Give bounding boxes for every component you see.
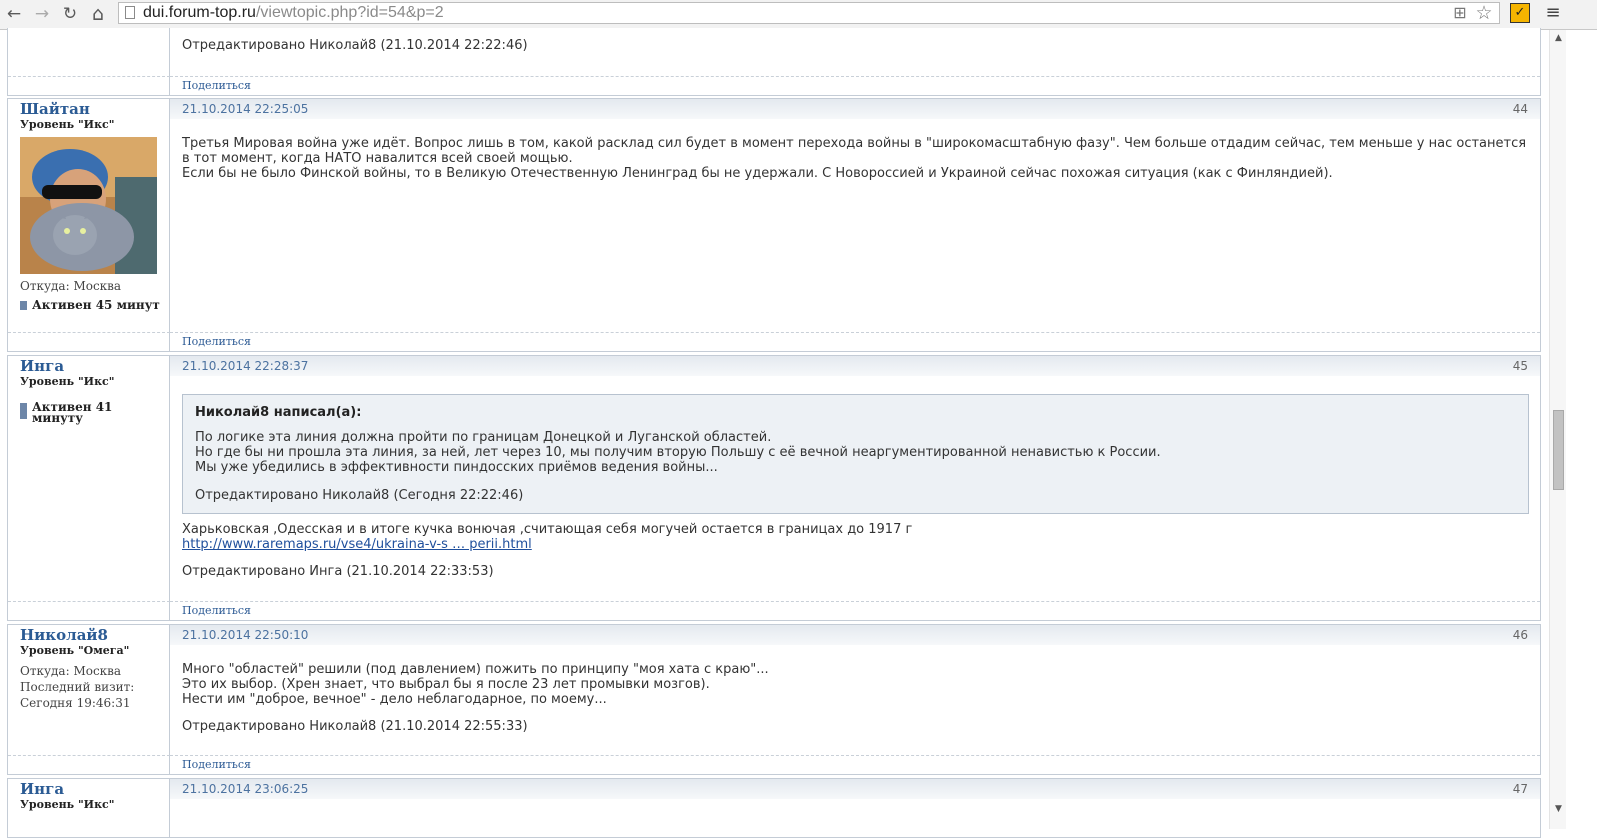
author-username[interactable]: Инга [20, 357, 64, 375]
back-icon[interactable]: ← [4, 4, 24, 24]
status-icon [20, 301, 27, 310]
post-author-column: Шайтан Уровень "Икс" Откуда: Москва Акти… [8, 99, 170, 351]
author-username[interactable]: Шайтан [20, 100, 90, 118]
post-header: 21.10.2014 22:28:37 45 [170, 356, 1540, 376]
scroll-up-icon[interactable]: ▲ [1552, 32, 1565, 44]
activity-text: Активен 45 минут [32, 298, 160, 312]
page-icon [125, 6, 135, 19]
author-activity: Активен 41 минуту [20, 401, 112, 425]
author-last-visit-value: Сегодня 19:46:31 [20, 696, 131, 710]
post-header: 21.10.2014 22:50:10 46 [170, 625, 1540, 645]
post-footer-left [8, 76, 170, 95]
post-author-column: Инга Уровень "Икс" Активен 41 минуту [8, 356, 170, 620]
reload-icon[interactable]: ↻ [60, 4, 80, 24]
scroll-thumb[interactable] [1553, 410, 1564, 490]
post-footer: Поделиться [170, 332, 1540, 351]
post-text: Это их выбор. (Хрен знает, что выбрал бы… [182, 677, 710, 692]
status-icon [20, 403, 27, 419]
post-text: Третья Мировая война уже идёт. Вопрос ли… [182, 136, 1527, 166]
avatar [20, 137, 157, 274]
quote-text: По логике эта линия должна пройти по гра… [195, 430, 772, 445]
post-44: Шайтан Уровень "Икс" Откуда: Москва Акти… [7, 98, 1541, 352]
translate-icon[interactable]: ⊞ [1451, 4, 1469, 22]
author-last-visit-label: Последний визит: [20, 680, 135, 694]
quote-author: Николай8 написал(а): [195, 405, 362, 420]
post-footer-left [8, 332, 170, 351]
post-footer: Поделиться [170, 601, 1540, 620]
post-footer: Поделиться [170, 76, 1540, 95]
post-edited: Отредактировано Николай8 (21.10.2014 22:… [182, 719, 528, 734]
post-header: 21.10.2014 22:25:05 44 [170, 99, 1540, 119]
share-link[interactable]: Поделиться [182, 604, 251, 617]
scroll-down-icon[interactable]: ▼ [1552, 803, 1565, 815]
post-number[interactable]: 45 [1513, 359, 1528, 373]
quote-text: Мы уже убедились в эффективности пиндосс… [195, 460, 718, 475]
author-username[interactable]: Инга [20, 780, 64, 798]
post-body: Третья Мировая война уже идёт. Вопрос ли… [182, 136, 1529, 181]
post-number[interactable]: 47 [1513, 782, 1528, 796]
url-host: dui.forum-top.ru [143, 4, 256, 21]
author-rank: Уровень "Икс" [20, 798, 115, 811]
extension-icon[interactable]: ✓ [1510, 3, 1530, 23]
bookmark-star-icon[interactable]: ☆ [1475, 4, 1493, 23]
post-footer-left [8, 601, 170, 620]
quote-text: Но где бы ни прошла эта линия, за ней, л… [195, 445, 1161, 460]
post-date-link[interactable]: 21.10.2014 23:06:25 [182, 782, 308, 796]
post-author-column: Николай8 Уровень "Омега" Откуда: Москва … [8, 625, 170, 774]
post-47: Инга Уровень "Икс" 21.10.2014 23:06:25 4… [7, 778, 1541, 838]
share-link[interactable]: Поделиться [182, 79, 251, 92]
quote-box: Николай8 написал(а): По логике эта линия… [182, 394, 1529, 514]
activity-text: минуту [32, 411, 83, 425]
post-text: Много "областей" решили (под давлением) … [182, 662, 769, 677]
author-location: Откуда: Москва [20, 279, 122, 293]
post-text: Нести им "доброе, вечное" - дело неблаго… [182, 692, 607, 707]
post-body: Харьковская ,Одесская и в итоге кучка во… [182, 522, 1529, 579]
author-rank: Уровень "Икс" [20, 375, 115, 388]
post-edited: Отредактировано Николай8 (21.10.2014 22:… [182, 38, 528, 53]
author-username[interactable]: Николай8 [20, 626, 108, 644]
browser-toolbar: ← → ↻ ⌂ dui.forum-top.ru/viewtopic.php?i… [0, 0, 1597, 30]
post-46: Николай8 Уровень "Омега" Откуда: Москва … [7, 624, 1541, 775]
home-icon[interactable]: ⌂ [88, 4, 108, 24]
post-link[interactable]: http://www.raremaps.ru/vse4/ukraina-v-s … [182, 537, 532, 552]
post-fragment: Отредактировано Николай8 (21.10.2014 22:… [7, 28, 1541, 96]
forward-icon[interactable]: → [32, 4, 52, 24]
post-date-link[interactable]: 21.10.2014 22:28:37 [182, 359, 308, 373]
address-bar[interactable]: dui.forum-top.ru/viewtopic.php?id=54&p=2… [118, 2, 1500, 24]
author-rank: Уровень "Омега" [20, 644, 130, 657]
post-45: Инга Уровень "Икс" Активен 41 минуту 21.… [7, 355, 1541, 621]
post-number[interactable]: 44 [1513, 102, 1528, 116]
quote-edited: Отредактировано Николай8 (Сегодня 22:22:… [195, 488, 524, 503]
url-path: /viewtopic.php?id=54&p=2 [255, 4, 444, 21]
post-text: Харьковская ,Одесская и в итоге кучка во… [182, 522, 913, 537]
post-author-column: Инга Уровень "Икс" [8, 779, 170, 837]
post-footer: Поделиться [170, 755, 1540, 774]
share-link[interactable]: Поделиться [182, 335, 251, 348]
post-header: 21.10.2014 23:06:25 47 [170, 779, 1540, 799]
scrollbar[interactable]: ▲ ▼ [1549, 30, 1566, 829]
post-date-link[interactable]: 21.10.2014 22:25:05 [182, 102, 308, 116]
post-footer-left [8, 755, 170, 774]
post-body: Много "областей" решили (под давлением) … [182, 662, 1529, 734]
author-location: Откуда: Москва [20, 664, 122, 678]
post-date-link[interactable]: 21.10.2014 22:50:10 [182, 628, 308, 642]
share-link[interactable]: Поделиться [182, 758, 251, 771]
post-edited: Отредактировано Инга (21.10.2014 22:33:5… [182, 564, 494, 579]
post-number[interactable]: 46 [1513, 628, 1528, 642]
url-text[interactable]: dui.forum-top.ru/viewtopic.php?id=54&p=2 [143, 3, 444, 23]
menu-icon[interactable]: ≡ [1544, 3, 1562, 23]
author-rank: Уровень "Икс" [20, 118, 115, 131]
post-text: Если бы не было Финской войны, то в Вели… [182, 166, 1333, 181]
author-activity: Активен 45 минут [20, 298, 160, 312]
